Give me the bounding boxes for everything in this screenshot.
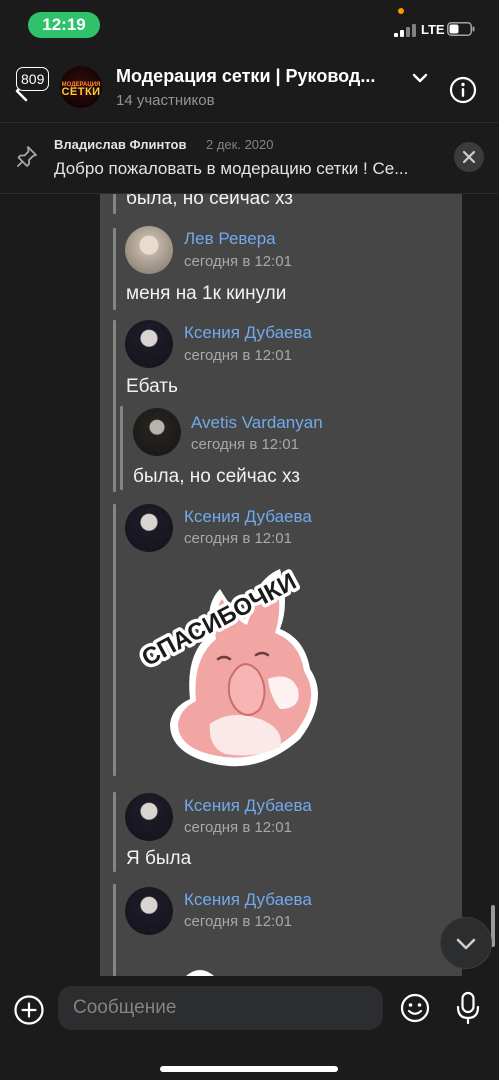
pinned-author: Владислав Флинтов xyxy=(54,137,187,152)
quote-bar xyxy=(113,884,116,976)
status-time: 12:19 xyxy=(28,12,100,38)
battery-icon xyxy=(447,22,475,36)
scroll-down-button[interactable] xyxy=(440,917,492,969)
message-time: сегодня в 12:01 xyxy=(191,436,299,453)
composer: Сообщение xyxy=(0,976,499,1080)
message-text: была, но сейчас хз xyxy=(133,466,301,487)
message-author[interactable]: Ксения Дубаева xyxy=(184,507,312,527)
info-icon[interactable] xyxy=(449,76,477,104)
message-author[interactable]: Ксения Дубаева xyxy=(184,323,312,343)
chevron-down-icon xyxy=(456,938,476,950)
quote-bar xyxy=(113,228,116,310)
network-type: LTE xyxy=(421,22,445,37)
avatar[interactable] xyxy=(125,793,173,841)
message-text: была, но сейчас хз xyxy=(126,194,294,209)
message-time: сегодня в 12:01 xyxy=(184,913,292,930)
chevron-down-icon[interactable] xyxy=(412,72,428,84)
sticker-partial xyxy=(186,970,214,976)
quote-bar xyxy=(113,194,116,214)
message-author[interactable]: Лев Ревера xyxy=(184,229,276,249)
quote-bar xyxy=(113,320,116,492)
message-time: сегодня в 12:01 xyxy=(184,530,292,547)
sticker[interactable]: СПАСИБОЧКИ СПАСИБОЧКИ xyxy=(130,559,340,774)
emoji-icon[interactable] xyxy=(400,993,430,1023)
message-author[interactable]: Avetis Vardanyan xyxy=(191,413,323,433)
pinned-text: Добро пожаловать в модерацию сетки ! Се.… xyxy=(54,159,409,178)
avatar[interactable] xyxy=(125,504,173,552)
quote-bar xyxy=(113,792,116,872)
home-indicator xyxy=(160,1066,338,1072)
add-icon[interactable] xyxy=(13,994,45,1026)
message-time: сегодня в 12:01 xyxy=(184,819,292,836)
pin-icon xyxy=(17,146,37,167)
pinned-message[interactable]: Владислав Флинтов 2 дек. 2020 Добро пожа… xyxy=(0,123,499,194)
unpin-button[interactable] xyxy=(454,142,484,172)
unread-badge[interactable]: 809 xyxy=(16,67,50,91)
status-bar: 12:19 LTE xyxy=(0,0,499,52)
pinned-date: 2 дек. 2020 xyxy=(206,137,274,152)
message-text: Ебать xyxy=(126,376,178,397)
mic-icon[interactable] xyxy=(455,991,481,1025)
message-time: сегодня в 12:01 xyxy=(184,347,292,364)
forwarded-messages[interactable]: была, но сейчас хз Лев Ревера сегодня в … xyxy=(100,194,462,976)
message-time: сегодня в 12:01 xyxy=(184,253,292,270)
chat-title[interactable]: Модерация сетки | Руковод... xyxy=(116,66,400,87)
message-input[interactable]: Сообщение xyxy=(58,986,383,1030)
avatar[interactable] xyxy=(133,408,181,456)
chat-avatar[interactable]: МОДЕРАЦИЯ СЕТКИ xyxy=(60,66,102,108)
close-icon xyxy=(462,150,476,164)
message-text: меня на 1к кинули xyxy=(126,283,287,304)
message-author[interactable]: Ксения Дубаева xyxy=(184,890,312,910)
quote-bar xyxy=(120,406,123,490)
signal-icon xyxy=(394,23,416,37)
avatar[interactable] xyxy=(125,226,173,274)
avatar[interactable] xyxy=(125,887,173,935)
message-text: Я была xyxy=(126,848,192,869)
avatar[interactable] xyxy=(125,320,173,368)
message-author[interactable]: Ксения Дубаева xyxy=(184,796,312,816)
chat-subtitle[interactable]: 14 участников xyxy=(116,92,215,109)
mic-indicator-dot xyxy=(398,8,404,14)
chat-header: 809 МОДЕРАЦИЯ СЕТКИ Модерация сетки | Ру… xyxy=(0,52,499,123)
quote-bar xyxy=(113,504,116,776)
avatar-logo-line2: СЕТКИ xyxy=(61,86,101,98)
